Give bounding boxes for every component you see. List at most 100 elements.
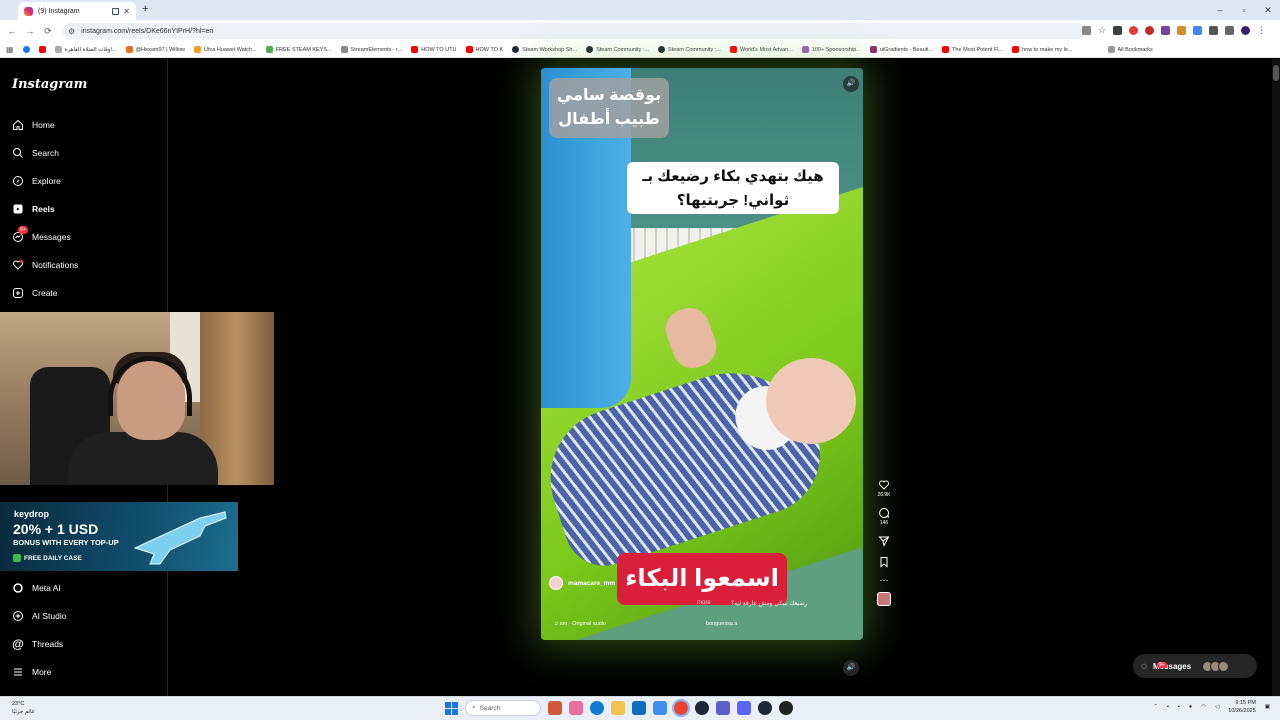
send-icon (878, 536, 890, 547)
threads-icon: @ (12, 637, 24, 651)
forward-button[interactable]: → (24, 26, 36, 36)
nav-reels[interactable]: Reels (12, 203, 55, 215)
tab-title: (9) Instagram (38, 7, 80, 15)
bookmark-star-icon[interactable]: ☆ (1098, 25, 1106, 36)
bookmark-item[interactable]: HOW TO UTU (411, 46, 457, 53)
nav-create[interactable]: Create (12, 287, 58, 299)
messages-pill-badge: 9+ (1157, 661, 1167, 668)
profile-avatar[interactable] (1241, 26, 1250, 35)
extension-icon[interactable] (1177, 26, 1186, 35)
author-username[interactable]: mamacare_mm (568, 580, 615, 587)
minimize-button[interactable]: – (1208, 0, 1232, 20)
browser-menu-icon[interactable]: ⋮ (1257, 25, 1266, 36)
extension-icon[interactable] (1145, 26, 1154, 35)
steam-icon[interactable] (695, 701, 709, 715)
bookmark-item[interactable]: Steam Community :... (586, 46, 649, 53)
app-icon[interactable] (548, 701, 562, 715)
weather-widget[interactable]: 23°C غائم جزئيًا (12, 700, 35, 716)
all-bookmarks[interactable]: All Bookmarks (1107, 46, 1153, 53)
store-icon[interactable] (653, 701, 667, 715)
nav-label: Home (32, 120, 55, 130)
bookmark-item[interactable]: World's Most Advan... (729, 46, 793, 53)
maximize-button[interactable]: ▫ (1232, 0, 1256, 20)
tray-icon[interactable]: ▪ (1178, 704, 1180, 710)
more-options-button[interactable]: ··· (880, 576, 889, 585)
nav-ai-studio[interactable]: AI Studio (12, 610, 67, 622)
nav-messages[interactable]: 9+ Messages (12, 226, 71, 243)
start-button[interactable] (445, 701, 458, 715)
like-button[interactable]: 26.9K (877, 479, 891, 498)
extension-icon[interactable] (1113, 26, 1122, 35)
reel-author[interactable]: mamacare_mm (549, 576, 615, 590)
comment-button[interactable]: 146 (878, 507, 890, 526)
bookmark-item[interactable]: The Most Potent Fl... (942, 46, 1003, 53)
author-avatar[interactable] (549, 576, 563, 590)
site-info-icon[interactable]: ⚙ (68, 27, 75, 36)
bookmark-item[interactable]: uiGradients - Beauti... (869, 46, 933, 53)
reel-video[interactable]: بوقصة سامي طبيب أطفال هيك بتهدي بكاء رضي… (541, 68, 863, 640)
steam-icon[interactable] (758, 701, 772, 715)
bookmark-item[interactable]: اوقات الصلاة القاهرة... (54, 46, 117, 53)
extensions-puzzle-icon[interactable] (1209, 26, 1218, 35)
page-scrollbar[interactable] (1272, 59, 1280, 696)
reel-audio[interactable]: ♫ am · Original audio (554, 621, 606, 627)
taskbar-search[interactable]: ⌕ Search (465, 700, 541, 716)
teams-icon[interactable] (716, 701, 730, 715)
bookmark-item[interactable]: Utca Huawei Watch... (194, 46, 257, 53)
nav-search[interactable]: Search (12, 147, 59, 159)
nav-home[interactable]: Home (12, 119, 55, 131)
nav-meta-ai[interactable]: Meta AI (12, 582, 61, 594)
bookmark-item[interactable]: Steam Workshop Sh... (512, 46, 577, 53)
tab-strip: (9) Instagram ✕ + – ▫ ✕ (0, 0, 1280, 20)
tab-instagram[interactable]: (9) Instagram ✕ (18, 2, 136, 20)
extension-icon[interactable] (1193, 26, 1202, 35)
save-button[interactable] (878, 556, 890, 568)
wifi-icon[interactable]: ◠ (1201, 704, 1206, 710)
notification-bell-icon[interactable]: ▣ (1265, 704, 1270, 710)
apps-grid-icon[interactable]: ▦ (6, 45, 14, 54)
extension-icon[interactable] (1161, 26, 1170, 35)
chrome-icon[interactable] (672, 699, 690, 717)
split-view-icon[interactable] (1225, 26, 1234, 35)
edge-icon[interactable] (590, 701, 604, 715)
nav-more[interactable]: More (12, 666, 51, 678)
instagram-logo[interactable]: Instagram (12, 77, 87, 92)
tab-close-icon[interactable]: ✕ (123, 7, 130, 16)
new-tab-button[interactable]: + (142, 3, 148, 15)
volume-icon[interactable]: 🔊 (843, 76, 859, 92)
bookmark-facebook[interactable] (22, 46, 30, 53)
bookmark-item[interactable]: HOW TO K (465, 46, 503, 53)
extension-icon[interactable] (1129, 26, 1138, 35)
discord-icon[interactable] (737, 701, 751, 715)
outlook-icon[interactable] (632, 701, 646, 715)
bookmark-item[interactable]: StreamElements - r... (340, 46, 402, 53)
chevron-up-icon[interactable]: ⌃ (1153, 704, 1158, 710)
bookmark-item[interactable]: how to make my le... (1012, 46, 1073, 53)
copilot-icon[interactable] (569, 701, 583, 715)
bookmark-item[interactable]: 100+ Sponsorship... (801, 46, 861, 53)
nav-notifications[interactable]: Notifications (12, 259, 78, 271)
file-explorer-icon[interactable] (611, 701, 625, 715)
reel-tagged-user[interactable]: bouguessa.s (706, 621, 737, 627)
nav-threads[interactable]: @ Threads (12, 637, 63, 651)
bookmark-item[interactable]: FREE STEAM KEYS... (265, 46, 332, 53)
messages-pill[interactable]: ◌ 9+ Messages (1133, 654, 1257, 678)
more-link[interactable]: more (697, 600, 711, 606)
install-app-icon[interactable] (1081, 26, 1091, 35)
volume-icon[interactable]: ◁ (1215, 704, 1219, 710)
nav-explore[interactable]: Explore (12, 175, 61, 187)
bookmark-item[interactable]: @Hexam97 | Willow (125, 46, 185, 53)
bookmark-youtube[interactable] (38, 46, 46, 53)
back-button[interactable]: ← (6, 26, 18, 36)
clock[interactable]: 9:15 PM 10/26/2025 (1228, 699, 1256, 715)
audio-cover[interactable] (877, 592, 891, 606)
close-window-button[interactable]: ✕ (1256, 0, 1280, 20)
obs-icon[interactable] (779, 701, 793, 715)
bookmark-item[interactable]: Steam Community :... (657, 46, 721, 53)
microphone-icon[interactable]: ● (1189, 704, 1192, 710)
url-field[interactable]: ⚙ instagram.com/reels/DKe66nYIPrH/?hl=en (62, 23, 1086, 39)
share-button[interactable] (878, 535, 890, 547)
volume-icon[interactable]: 🔊 (843, 660, 859, 676)
tray-icon[interactable]: ▪ (1167, 704, 1169, 710)
reload-button[interactable]: ⟳ (42, 26, 54, 37)
